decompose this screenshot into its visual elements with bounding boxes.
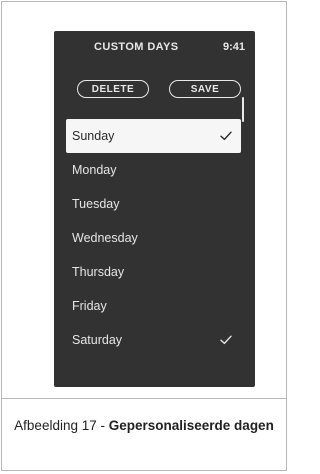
- save-button[interactable]: SAVE: [169, 80, 241, 98]
- caption-title: Gepersonaliseerde dagen: [108, 418, 274, 433]
- day-list: Sunday Monday Tuesday Wednesday Thursday…: [66, 119, 241, 357]
- list-item-friday[interactable]: Friday: [66, 289, 241, 323]
- day-label: Monday: [72, 163, 117, 177]
- figure-caption: Afbeelding 17 - Gepersonaliseerde dagen: [2, 415, 286, 436]
- list-item-wednesday[interactable]: Wednesday: [66, 221, 241, 255]
- checkmark-icon: [219, 333, 233, 347]
- list-item-thursday[interactable]: Thursday: [66, 255, 241, 289]
- checkmark-icon: [219, 231, 233, 245]
- device-screen: CUSTOM DAYS 9:41 DELETE SAVE Sunday Mond…: [54, 31, 255, 387]
- caption-prefix: Afbeelding 17 -: [14, 418, 109, 433]
- day-label: Tuesday: [72, 197, 120, 211]
- scrollbar[interactable]: [242, 97, 244, 122]
- list-item-saturday[interactable]: Saturday: [66, 323, 241, 357]
- list-item-sunday[interactable]: Sunday: [66, 119, 241, 153]
- day-label: Saturday: [72, 333, 123, 347]
- day-label: Friday: [72, 299, 107, 313]
- screen-title: CUSTOM DAYS: [94, 41, 179, 53]
- checkmark-icon: [219, 299, 233, 313]
- list-item-monday[interactable]: Monday: [66, 153, 241, 187]
- status-time: 9:41: [222, 41, 245, 53]
- checkmark-icon: [219, 265, 233, 279]
- day-label: Sunday: [72, 129, 115, 143]
- day-label: Wednesday: [72, 231, 138, 245]
- checkmark-icon: [219, 129, 233, 143]
- caption-divider: [2, 398, 286, 399]
- checkmark-icon: [219, 163, 233, 177]
- checkmark-icon: [219, 197, 233, 211]
- figure-frame: CUSTOM DAYS 9:41 DELETE SAVE Sunday Mond…: [1, 1, 287, 471]
- day-label: Thursday: [72, 265, 125, 279]
- list-item-tuesday[interactable]: Tuesday: [66, 187, 241, 221]
- delete-button[interactable]: DELETE: [77, 80, 149, 98]
